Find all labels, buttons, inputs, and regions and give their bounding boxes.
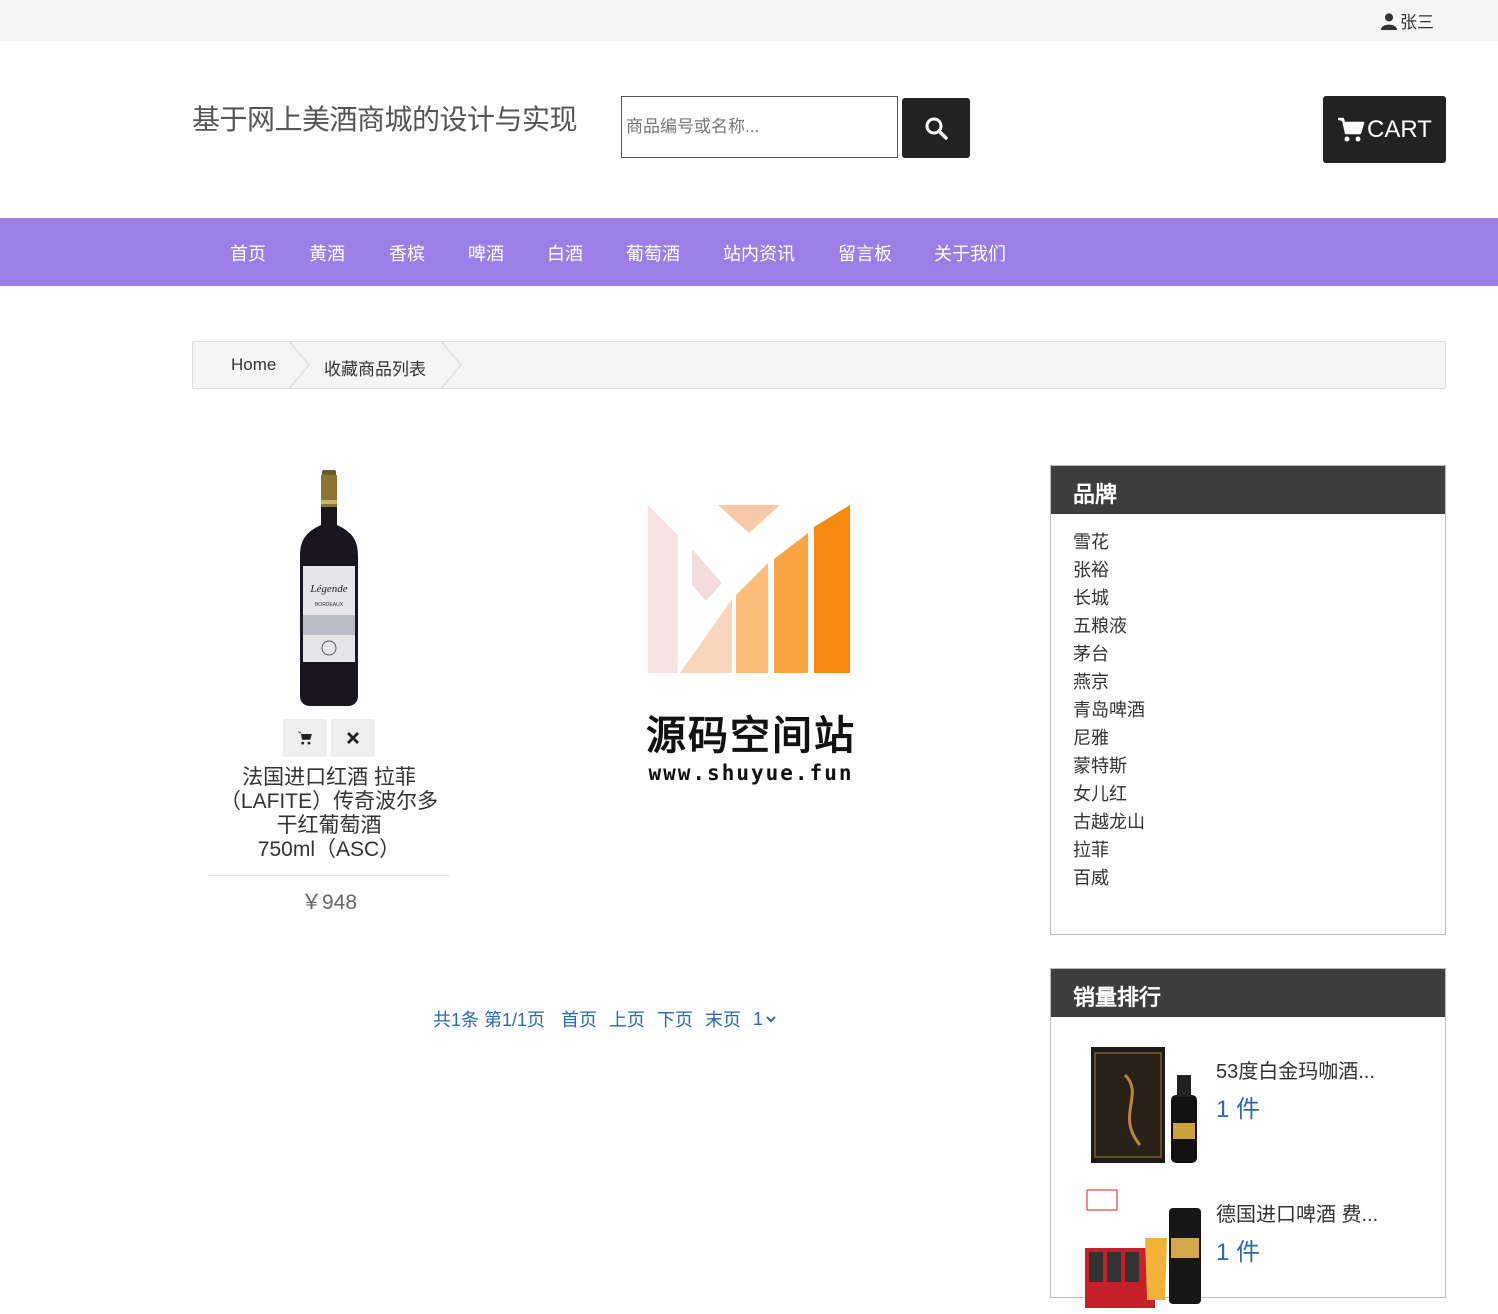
- cart-icon: [1338, 117, 1365, 141]
- breadcrumb-separator-icon: [440, 341, 462, 389]
- pagination-first[interactable]: 首页: [561, 1006, 597, 1032]
- site-title[interactable]: 基于网上美酒商城的设计与实现: [192, 98, 578, 138]
- brand-item[interactable]: 茅台: [1073, 640, 1445, 668]
- rank-item[interactable]: 53度白金玛咖酒... 1 件: [1051, 1041, 1447, 1171]
- nav-item-grape-wine[interactable]: 葡萄酒: [626, 240, 680, 266]
- brand-panel: 品牌 雪花 张裕 长城 五粮液 茅台 燕京 青岛啤酒 尼雅 蒙特斯 女儿红 古越…: [1050, 465, 1446, 935]
- brand-item[interactable]: 百威: [1073, 864, 1445, 892]
- nav-item-beer[interactable]: 啤酒: [468, 240, 504, 266]
- brand-item[interactable]: 拉菲: [1073, 836, 1445, 864]
- brand-item[interactable]: 长城: [1073, 584, 1445, 612]
- sales-rank-panel: 销量排行 53度白金玛咖酒... 1 件 德国进口啤酒 费... 1 件: [1050, 968, 1447, 1308]
- brand-item[interactable]: 尼雅: [1073, 724, 1445, 752]
- top-bar: 张三: [0, 0, 1498, 41]
- nav-item-baijiu[interactable]: 白酒: [547, 240, 583, 266]
- cart-button[interactable]: CART: [1323, 96, 1446, 163]
- brand-item[interactable]: 雪花: [1073, 528, 1445, 556]
- brand-item[interactable]: 五粮液: [1073, 612, 1445, 640]
- pagination: 共1条 第1/1页 首页 上页 下页 末页 1: [433, 1006, 788, 1032]
- nav-item-message-board[interactable]: 留言板: [838, 240, 892, 266]
- page-select-value: 1: [753, 1008, 764, 1029]
- product-name-line: （LAFITE）传奇波尔多: [219, 790, 439, 813]
- product-name-line: 法国进口红酒 拉菲: [242, 766, 416, 789]
- brand-item[interactable]: 蒙特斯: [1073, 752, 1445, 780]
- rank-item-name[interactable]: 德国进口啤酒 费...: [1216, 1198, 1378, 1227]
- search-icon: [925, 117, 948, 140]
- brand-item[interactable]: 燕京: [1073, 668, 1445, 696]
- rank-item-image[interactable]: [1085, 1045, 1205, 1165]
- nav-item-home[interactable]: 首页: [230, 240, 266, 266]
- cart-icon: [297, 731, 312, 745]
- main-nav: 首页 黄酒 香槟 啤酒 白酒 葡萄酒 站内资讯 留言板 关于我们: [0, 218, 1498, 286]
- user-icon: [1380, 12, 1398, 30]
- breadcrumb-current: 收藏商品列表: [324, 360, 426, 379]
- brand-item[interactable]: 青岛啤酒: [1073, 696, 1445, 724]
- remove-favorite-button[interactable]: [331, 719, 375, 757]
- pagination-next[interactable]: 下页: [657, 1006, 693, 1032]
- cart-label: CART: [1367, 115, 1432, 143]
- rank-item[interactable]: 德国进口啤酒 费... 1 件: [1051, 1184, 1447, 1314]
- bottle-sub-text: BORDEAUX: [315, 602, 344, 608]
- breadcrumb-separator-icon: [288, 341, 310, 389]
- rank-item-count: 1 件: [1216, 1096, 1261, 1123]
- nav-item-news[interactable]: 站内资讯: [723, 240, 795, 266]
- product-image[interactable]: Légende BORDEAUX: [298, 470, 360, 706]
- nav-item-champagne[interactable]: 香槟: [389, 240, 425, 266]
- watermark-url: www.shuyue.fun: [648, 761, 854, 785]
- product-name-line: 750ml（ASC）: [257, 838, 401, 861]
- pagination-last[interactable]: 末页: [705, 1006, 741, 1032]
- rank-item-image[interactable]: [1085, 1188, 1205, 1308]
- brand-item[interactable]: 古越龙山: [1073, 808, 1445, 836]
- logo-graphic: [648, 505, 850, 673]
- divider: [208, 875, 450, 876]
- pagination-info: 共1条 第1/1页: [433, 1010, 546, 1030]
- brand-item[interactable]: 女儿红: [1073, 780, 1445, 808]
- rank-item-count: 1 件: [1216, 1239, 1261, 1266]
- watermark-logo: 源码空间站 www.shuyue.fun: [636, 503, 866, 793]
- product-name-line: 干红葡萄酒: [276, 814, 382, 837]
- product-price: ￥948: [300, 891, 358, 914]
- brand-panel-title: 品牌: [1051, 466, 1445, 514]
- brand-list: 雪花 张裕 长城 五粮液 茅台 燕京 青岛啤酒 尼雅 蒙特斯 女儿红 古越龙山 …: [1051, 514, 1445, 892]
- breadcrumb-home[interactable]: Home: [231, 355, 276, 375]
- search-button[interactable]: [902, 98, 970, 158]
- search-input[interactable]: [621, 96, 898, 158]
- watermark-title: 源码空间站: [646, 714, 856, 758]
- user-menu[interactable]: 张三: [1380, 8, 1434, 33]
- user-name: 张三: [1400, 13, 1434, 32]
- chevron-down-icon: [766, 1016, 776, 1023]
- add-to-cart-button[interactable]: [283, 719, 327, 757]
- pagination-prev[interactable]: 上页: [609, 1006, 645, 1032]
- sales-rank-title: 销量排行: [1051, 969, 1445, 1017]
- bottle-label-text: Légende: [309, 583, 347, 595]
- close-icon: [347, 732, 359, 744]
- product-name[interactable]: 法国进口红酒 拉菲 （LAFITE）传奇波尔多 干红葡萄酒 750ml（ASC）: [208, 766, 450, 862]
- brand-item[interactable]: 张裕: [1073, 556, 1445, 584]
- rank-item-name[interactable]: 53度白金玛咖酒...: [1216, 1055, 1375, 1084]
- page-select[interactable]: 1: [753, 1009, 776, 1030]
- breadcrumb: Home 收藏商品列表: [192, 341, 1446, 389]
- nav-item-about[interactable]: 关于我们: [934, 240, 1006, 266]
- nav-item-yellow-wine[interactable]: 黄酒: [309, 240, 345, 266]
